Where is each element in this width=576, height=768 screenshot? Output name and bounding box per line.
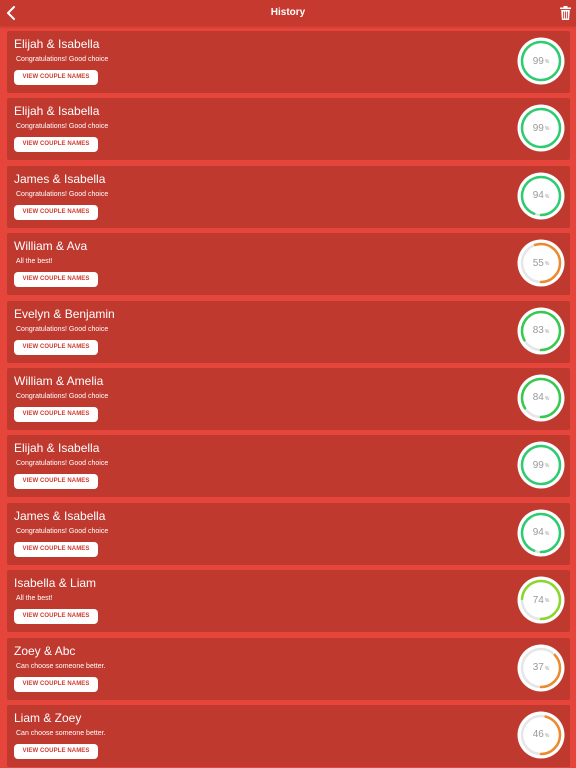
percent-readout: 94% [517, 172, 565, 220]
percent-value: 99 [532, 122, 544, 134]
percent-unit: % [544, 193, 550, 200]
history-item: Elijah & Isabella Congratulations! Good c… [7, 435, 570, 498]
result-message: Congratulations! Good choice [16, 325, 109, 333]
compatibility-gauge: 99% [517, 37, 565, 85]
percent-value: 94 [532, 190, 544, 202]
result-message: Can choose someone better. [16, 729, 106, 737]
percent-value: 55 [532, 257, 544, 269]
couple-names-label: Elijah & Isabella [14, 104, 100, 119]
delete-history-button[interactable] [558, 4, 572, 22]
percent-unit: % [544, 126, 550, 133]
result-message: Congratulations! Good choice [16, 460, 109, 468]
percent-value: 46 [532, 729, 544, 741]
percent-readout: 99% [517, 104, 565, 152]
compatibility-gauge: 99% [517, 104, 565, 152]
top-bar: History [0, 0, 576, 26]
percent-unit: % [544, 665, 550, 672]
percent-readout: 83% [517, 307, 565, 355]
history-item: Elijah & Isabella Congratulations! Good c… [7, 31, 570, 93]
result-message: Congratulations! Good choice [16, 123, 109, 131]
percent-readout: 46% [517, 711, 565, 759]
percent-value: 37 [532, 662, 544, 674]
view-couple-names-button[interactable]: VIEW COUPLE NAMES [14, 743, 98, 759]
view-couple-names-button[interactable]: VIEW COUPLE NAMES [14, 474, 98, 490]
percent-unit: % [544, 463, 550, 470]
couple-names-label: James & Isabella [14, 171, 106, 186]
compatibility-gauge: 46% [517, 711, 565, 759]
percent-unit: % [544, 261, 550, 268]
view-couple-names-button[interactable]: VIEW COUPLE NAMES [14, 70, 98, 85]
history-item: Evelyn & Benjamin Congratulations! Good c… [7, 300, 570, 363]
history-item: Zoey & Abc Can choose someone better. VIEW… [7, 637, 570, 700]
compatibility-gauge: 55% [517, 239, 565, 287]
history-item: William & Ava All the best! VIEW COUPLE NA… [7, 233, 570, 296]
compatibility-gauge: 99% [517, 441, 565, 489]
compatibility-gauge: 37% [517, 644, 565, 692]
result-message: All the best! [16, 595, 53, 603]
percent-value: 74 [532, 594, 544, 606]
percent-value: 99 [532, 459, 544, 471]
page-title: History [270, 7, 306, 18]
percent-unit: % [544, 732, 550, 739]
percent-readout: 99% [517, 441, 565, 489]
view-couple-names-button[interactable]: VIEW COUPLE NAMES [14, 339, 98, 355]
history-item: James & Isabella Congratulations! Good ch… [7, 165, 570, 228]
result-message: All the best! [16, 258, 53, 266]
compatibility-gauge: 74% [517, 576, 565, 624]
view-couple-names-button[interactable]: VIEW COUPLE NAMES [14, 609, 98, 625]
result-message: Congratulations! Good choice [16, 527, 109, 535]
app-screen: History Elijah & Isabella Congratulations… [0, 0, 576, 768]
percent-unit: % [544, 395, 550, 402]
percent-readout: 55% [517, 239, 565, 287]
view-couple-names-button[interactable]: VIEW COUPLE NAMES [14, 676, 98, 692]
view-couple-names-button[interactable]: VIEW COUPLE NAMES [14, 137, 98, 153]
percent-unit: % [544, 598, 550, 605]
view-couple-names-button[interactable]: VIEW COUPLE NAMES [14, 541, 98, 557]
couple-names-label: Evelyn & Benjamin [14, 306, 115, 321]
percent-value: 84 [532, 392, 544, 404]
percent-unit: % [544, 59, 550, 65]
percent-value: 99 [532, 55, 544, 67]
couple-names-label: Zoey & Abc [14, 643, 76, 658]
couple-names-label: William & Amelia [14, 373, 104, 388]
compatibility-gauge: 84% [517, 374, 565, 422]
percent-readout: 99% [517, 37, 565, 85]
couple-names-label: William & Ava [14, 239, 88, 254]
compatibility-gauge: 94% [517, 509, 565, 557]
result-message: Congratulations! Good choice [16, 190, 109, 198]
history-list[interactable]: Elijah & Isabella Congratulations! Good c… [7, 31, 570, 768]
percent-readout: 94% [517, 509, 565, 557]
percent-readout: 37% [517, 644, 565, 692]
result-message: Congratulations! Good choice [16, 56, 109, 63]
compatibility-gauge: 83% [517, 307, 565, 355]
result-message: Congratulations! Good choice [16, 392, 109, 400]
couple-names-label: James & Isabella [14, 508, 106, 523]
couple-names-label: Isabella & Liam [14, 576, 97, 591]
history-item: James & Isabella Congratulations! Good ch… [7, 502, 570, 565]
history-item: William & Amelia Congratulations! Good ch… [7, 367, 570, 430]
view-couple-names-button[interactable]: VIEW COUPLE NAMES [14, 204, 98, 220]
percent-readout: 74% [517, 576, 565, 624]
couple-names-label: Elijah & Isabella [14, 441, 100, 456]
couple-names-label: Liam & Zoey [14, 710, 82, 725]
trash-icon [559, 6, 571, 20]
history-item: Liam & Zoey Can choose someone better. VIE… [7, 704, 570, 767]
percent-unit: % [544, 530, 550, 537]
percent-unit: % [544, 328, 550, 335]
view-couple-names-button[interactable]: VIEW COUPLE NAMES [14, 272, 98, 288]
percent-readout: 84% [517, 374, 565, 422]
compatibility-gauge: 94% [517, 172, 565, 220]
percent-value: 83 [532, 325, 544, 337]
percent-value: 94 [532, 527, 544, 539]
result-message: Can choose someone better. [16, 662, 106, 670]
view-couple-names-button[interactable]: VIEW COUPLE NAMES [14, 406, 98, 422]
couple-names-label: Elijah & Isabella [14, 37, 100, 51]
history-item: Isabella & Liam All the best! VIEW COUPLE … [7, 570, 570, 633]
history-item: Elijah & Isabella Congratulations! Good c… [7, 98, 570, 161]
